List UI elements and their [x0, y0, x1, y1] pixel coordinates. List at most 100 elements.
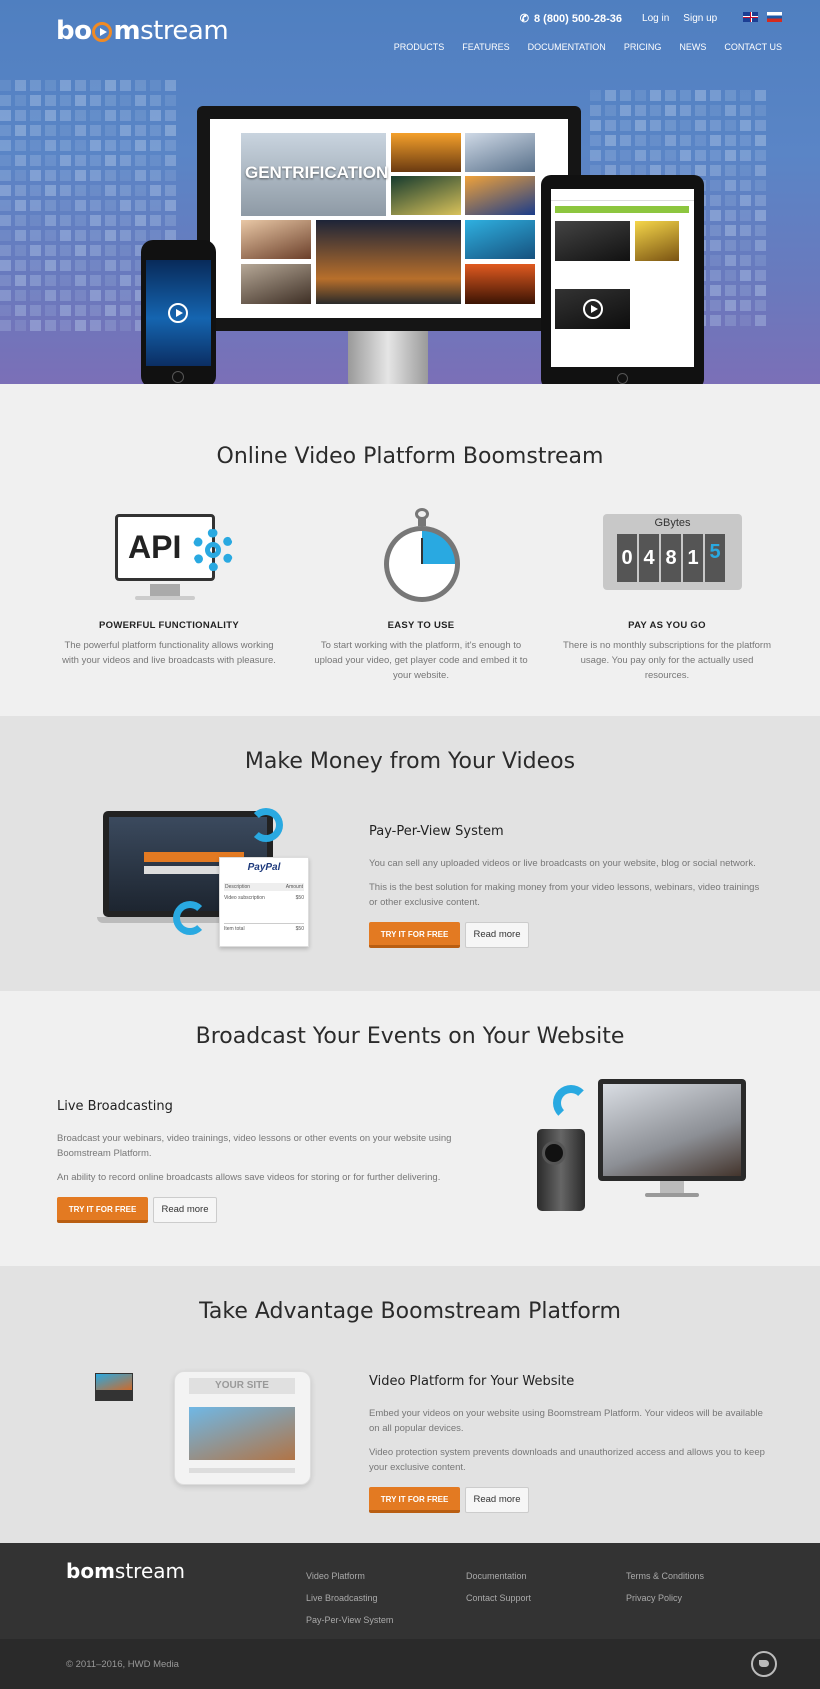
site-logo[interactable]: bo mstream: [56, 16, 229, 46]
nav-documentation[interactable]: DOCUMENTATION: [528, 42, 606, 52]
broadcast-paragraph-2: An ability to record online broadcasts a…: [57, 1172, 441, 1183]
tile: [15, 305, 26, 316]
tile: [650, 150, 661, 161]
tile: [75, 245, 86, 256]
tile: [755, 270, 766, 281]
footer-link-documentation[interactable]: Documentation: [466, 1565, 531, 1587]
footer-link-live-broadcasting[interactable]: Live Broadcasting: [306, 1587, 393, 1609]
tile: [135, 125, 146, 136]
tile: [710, 255, 721, 266]
tile: [710, 105, 721, 116]
tile: [755, 285, 766, 296]
english-flag-icon[interactable]: [743, 12, 759, 22]
read-more-button[interactable]: Read more: [465, 922, 529, 948]
thumb-2: [465, 133, 535, 172]
tile: [30, 95, 41, 106]
read-more-button[interactable]: Read more: [465, 1487, 529, 1513]
tile: [740, 225, 751, 236]
login-link[interactable]: Log in: [642, 13, 669, 24]
nav-features[interactable]: FEATURES: [462, 42, 509, 52]
tile: [75, 215, 86, 226]
tile: [740, 165, 751, 176]
tile: [725, 90, 736, 101]
tile: [30, 140, 41, 151]
read-more-button[interactable]: Read more: [153, 1197, 217, 1223]
tile: [695, 90, 706, 101]
footer-link-video-platform[interactable]: Video Platform: [306, 1565, 393, 1587]
footer-link-contact-support[interactable]: Contact Support: [466, 1587, 531, 1609]
phone-home-button: [172, 371, 184, 383]
tile: [755, 240, 766, 251]
tile: [90, 185, 101, 196]
platform-section: Online Video Platform Boomstream API GBy…: [0, 384, 820, 716]
tile: [725, 120, 736, 131]
phone-icon: ✆: [519, 13, 529, 25]
tile: [590, 120, 601, 131]
tile: [105, 320, 116, 331]
tile: [665, 105, 676, 116]
signup-link[interactable]: Sign up: [683, 13, 717, 24]
advantage-paragraph-1: Embed your videos on your website using …: [369, 1408, 763, 1434]
invoice-item: Video subscription: [224, 895, 265, 901]
tile: [150, 200, 161, 211]
phone-number[interactable]: ✆ 8 (800) 500-28-36: [519, 12, 622, 26]
tile: [710, 120, 721, 131]
tile: [135, 140, 146, 151]
tile: [135, 95, 146, 106]
your-site-illustration: YOUR SITE: [92, 1371, 317, 1491]
tile: [0, 260, 11, 271]
tile: [165, 215, 176, 226]
paypal-logo: PayPal: [247, 862, 281, 873]
money-paragraph-2: This is the best solution for making mon…: [369, 882, 760, 908]
tablet-play-icon: [583, 299, 603, 319]
tile: [30, 260, 41, 271]
tile: [605, 105, 616, 116]
tile: [105, 305, 116, 316]
stopwatch-icon: [384, 508, 460, 604]
nav-pricing[interactable]: PRICING: [624, 42, 662, 52]
tile: [665, 135, 676, 146]
tile: [75, 260, 86, 271]
tile: [60, 155, 71, 166]
tablet-home-button: [617, 373, 628, 384]
tile: [30, 290, 41, 301]
advantage-paragraph-2: Video protection system prevents downloa…: [369, 1447, 765, 1473]
invoice-total: Item total: [224, 926, 245, 932]
footer-link-pay-per-view[interactable]: Pay-Per-View System: [306, 1609, 393, 1631]
twitter-icon[interactable]: [751, 1651, 777, 1677]
tile: [15, 215, 26, 226]
tile: [90, 230, 101, 241]
tile: [60, 80, 71, 91]
footer-link-terms[interactable]: Terms & Conditions: [626, 1565, 704, 1587]
tile: [740, 240, 751, 251]
nav-news[interactable]: NEWS: [679, 42, 706, 52]
money-paragraph-1: You can sell any uploaded videos or live…: [369, 858, 756, 869]
money-title: Make Money from Your Videos: [244, 749, 576, 774]
try-free-button[interactable]: TRY IT FOR FREE: [369, 922, 460, 948]
tile: [755, 165, 766, 176]
tile: [755, 180, 766, 191]
russian-flag-icon[interactable]: [767, 12, 782, 22]
tile: [620, 90, 631, 101]
tile: [90, 245, 101, 256]
tile: [30, 125, 41, 136]
feature-title: PAY AS YOU GO: [628, 620, 706, 631]
tile: [30, 80, 41, 91]
try-free-button[interactable]: TRY IT FOR FREE: [369, 1487, 460, 1513]
nav-products[interactable]: PRODUCTS: [394, 42, 445, 52]
tile: [105, 95, 116, 106]
tile: [710, 315, 721, 326]
hero-banner: bo mstream ✆ 8 (800) 500-28-36 Log in Sig…: [0, 0, 820, 384]
footer-link-privacy[interactable]: Privacy Policy: [626, 1587, 704, 1609]
tile: [75, 80, 86, 91]
tile: [740, 180, 751, 191]
footer-logo[interactable]: bomstream: [66, 1559, 185, 1583]
tile: [710, 165, 721, 176]
tile: [165, 155, 176, 166]
tile: [15, 110, 26, 121]
tile: [695, 165, 706, 176]
tile: [15, 155, 26, 166]
try-free-button[interactable]: TRY IT FOR FREE: [57, 1197, 148, 1223]
nav-contact-us[interactable]: CONTACT US: [724, 42, 782, 52]
tile: [105, 275, 116, 286]
